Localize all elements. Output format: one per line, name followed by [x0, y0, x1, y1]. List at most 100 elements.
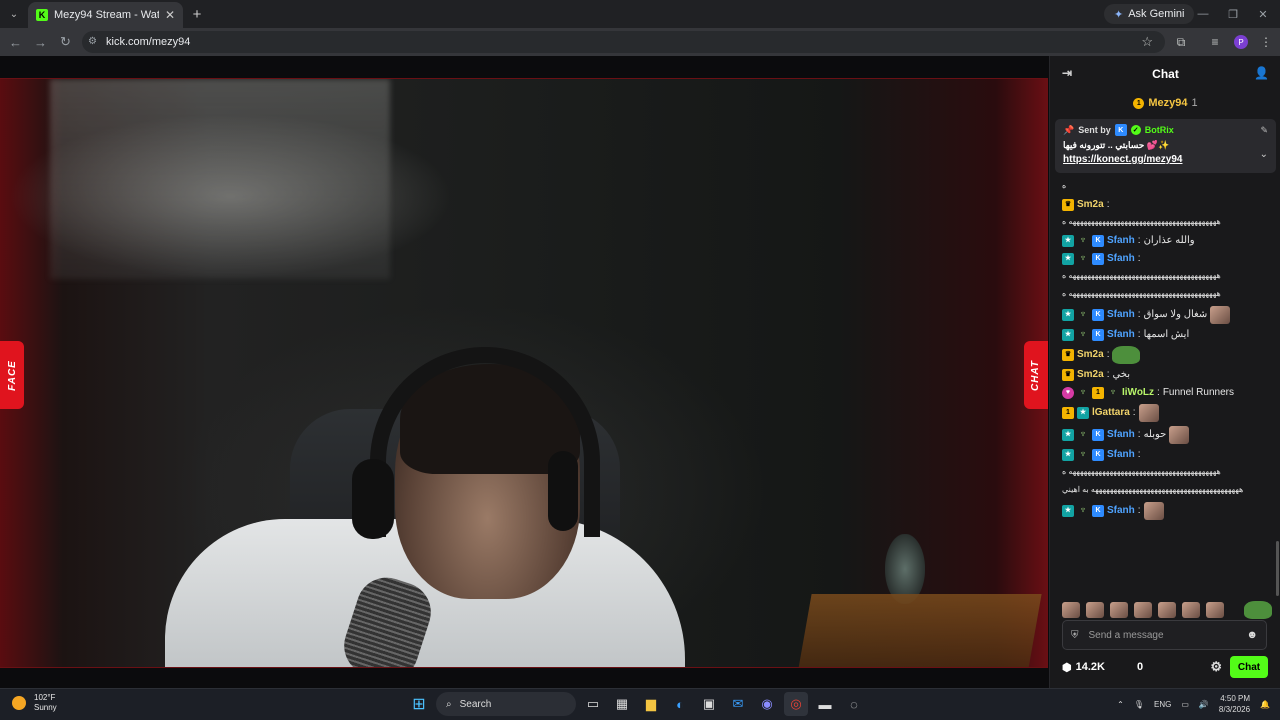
subscriber-badge-icon[interactable]: ★: [1062, 449, 1074, 461]
chat-settings-gear-icon[interactable]: ⚙: [1210, 659, 1222, 675]
chat-message[interactable]: ♛ Sm2a: بخي: [1062, 366, 1275, 384]
subscriber-badge-icon[interactable]: ★: [1077, 407, 1089, 419]
notifications-bell-icon[interactable]: 🔔: [1260, 700, 1270, 709]
chat-username[interactable]: Sfanh: [1107, 448, 1135, 462]
media-controls-icon[interactable]: ≡: [1202, 28, 1228, 56]
coin-badge-icon[interactable]: 1: [1062, 407, 1074, 419]
chat-rules-shield-icon[interactable]: ⛨: [1071, 630, 1079, 641]
chat-message[interactable]: ♛ Sm2a:: [1062, 196, 1275, 214]
chat-message[interactable]: ★ ♆ K Sfanh:: [1062, 446, 1275, 464]
pepe-emote[interactable]: [1112, 346, 1141, 364]
chat-message[interactable]: ♛ Sm2a:: [1062, 344, 1275, 366]
new-tab-plus-icon[interactable]: +: [183, 6, 211, 23]
emote-thumb[interactable]: [1086, 602, 1104, 618]
send-chat-button[interactable]: Chat: [1230, 656, 1268, 678]
chat-username[interactable]: lGattara: [1092, 406, 1130, 420]
emote-thumb[interactable]: [1182, 602, 1200, 618]
kick-badge-icon[interactable]: K: [1092, 429, 1104, 441]
chat-message[interactable]: هههههههههههههههههههههههههههههههههههههههه…: [1062, 214, 1275, 232]
chat-username[interactable]: Sm2a: [1077, 198, 1104, 212]
windows-start-icon[interactable]: ⊞: [407, 692, 431, 716]
subscriber-badge-icon[interactable]: ★: [1062, 505, 1074, 517]
volume-icon[interactable]: 🔊: [1199, 700, 1209, 709]
chat-username[interactable]: Sfanh: [1107, 252, 1135, 266]
address-bar[interactable]: ⚙ kick.com/mezy94 ☆: [82, 31, 1165, 53]
gifter-badge-icon[interactable]: ♥: [1062, 387, 1074, 399]
back-arrow-icon[interactable]: ←: [3, 28, 28, 56]
chat-username[interactable]: Sfanh: [1107, 504, 1135, 518]
expand-pinned-chevron-icon[interactable]: ⌄: [1260, 149, 1268, 160]
chat-message[interactable]: 1 ★ lGattara:: [1062, 402, 1275, 424]
chat-message[interactable]: ★ ♆ K Sfanh: حوبله: [1062, 424, 1275, 446]
unpin-icon[interactable]: ✎: [1260, 125, 1268, 136]
trophy-badge-icon[interactable]: ♆: [1077, 235, 1089, 247]
subscriber-badge-icon[interactable]: ★: [1062, 253, 1074, 265]
system-clock[interactable]: 4:50 PM 8/3/2026: [1219, 693, 1250, 715]
chat-emote[interactable]: [1138, 404, 1159, 422]
pepe-emote[interactable]: [1244, 601, 1272, 619]
language-indicator[interactable]: ENG: [1154, 700, 1171, 709]
chat-input[interactable]: ⛨ Send a message ☻: [1062, 620, 1267, 650]
crown-badge-icon[interactable]: ♛: [1062, 349, 1074, 361]
chat-username[interactable]: IiWoLz: [1122, 386, 1154, 400]
trophy-badge-icon[interactable]: ♆: [1077, 253, 1089, 265]
microphone-icon[interactable]: 🎙: [1134, 700, 1144, 709]
chat-message[interactable]: ★ ♆ K Sfanh:: [1062, 250, 1275, 268]
chat-username[interactable]: Sfanh: [1107, 328, 1135, 342]
discord-icon[interactable]: ◉: [755, 692, 779, 716]
minimize-icon[interactable]: —: [1186, 0, 1220, 28]
crown-badge-icon[interactable]: ♛: [1062, 199, 1074, 211]
chat-username[interactable]: Sm2a: [1077, 368, 1104, 382]
chat-message[interactable]: ه: [1062, 178, 1275, 196]
tab-close-icon[interactable]: ✕: [165, 8, 175, 22]
emote-thumb[interactable]: [1110, 602, 1128, 618]
chat-scrollbar[interactable]: [1276, 541, 1279, 596]
chat-message[interactable]: ♥ ♆ 1 ♆ IiWoLz: Funnel Runners: [1062, 384, 1275, 402]
site-info-icon[interactable]: ⚙: [88, 36, 100, 48]
window-close-icon[interactable]: ✕: [1246, 0, 1280, 28]
taskbar-search[interactable]: ⌕ Search: [436, 692, 576, 716]
emote-thumb[interactable]: [1134, 602, 1152, 618]
trophy-badge-icon[interactable]: ♆: [1107, 387, 1119, 399]
chat-message[interactable]: ★ ♆ K Sfanh: والله عذاران: [1062, 232, 1275, 250]
terminal-icon[interactable]: ▬: [813, 692, 837, 716]
chat-username[interactable]: Sfanh: [1107, 428, 1135, 442]
kick-badge-icon[interactable]: K: [1092, 505, 1104, 517]
collapse-chat-icon[interactable]: ⇥: [1062, 66, 1072, 80]
kick-points[interactable]: ⬢ 14.2K: [1062, 661, 1105, 674]
restore-icon[interactable]: ❐: [1216, 0, 1250, 28]
chat-username[interactable]: Sfanh: [1107, 308, 1135, 322]
kick-badge-icon[interactable]: K: [1092, 309, 1104, 321]
chat-message-list[interactable]: ه ♛ Sm2a: ههههههههههههههههههههههههههههههههه…: [1050, 178, 1275, 622]
reload-icon[interactable]: ↻: [53, 28, 78, 56]
chat-message[interactable]: ★ ♆ K Sfanh: شغال ولا سواق: [1062, 304, 1275, 326]
chrome-icon[interactable]: ◎: [784, 692, 808, 716]
steam-icon[interactable]: ◌: [842, 692, 866, 716]
trophy-badge-icon[interactable]: ♆: [1077, 429, 1089, 441]
tab-search-chevron-icon[interactable]: ⌄: [0, 0, 28, 28]
chat-message[interactable]: هههههههههههههههههههههههههههههههههههههههه…: [1062, 286, 1275, 304]
emoji-picker-icon[interactable]: ☻: [1246, 629, 1258, 641]
kick-badge-icon[interactable]: K: [1092, 253, 1104, 265]
browser-menu-icon[interactable]: ⋮: [1253, 28, 1279, 56]
crown-badge-icon[interactable]: ♛: [1062, 369, 1074, 381]
mail-icon[interactable]: ✉: [726, 692, 750, 716]
chat-message[interactable]: هههههههههههههههههههههههههههههههههههههههه…: [1062, 464, 1275, 482]
pinned-bot-name[interactable]: BotRix: [1145, 125, 1174, 135]
emote-thumb[interactable]: [1158, 602, 1176, 618]
tray-overflow-chevron-icon[interactable]: ⌃: [1117, 700, 1124, 709]
trophy-badge-icon[interactable]: ♆: [1077, 449, 1089, 461]
chat-emote[interactable]: [1210, 306, 1231, 324]
emote-thumb[interactable]: [1206, 602, 1224, 618]
chat-username[interactable]: Sm2a: [1077, 348, 1104, 362]
profile-avatar[interactable]: P: [1228, 28, 1254, 56]
chat-emote[interactable]: [1143, 502, 1164, 520]
trophy-badge-icon[interactable]: ♆: [1077, 329, 1089, 341]
chat-message[interactable]: هههههههههههههههههههههههههههههههههههههههه…: [1062, 268, 1275, 286]
kick-badge-icon[interactable]: K: [1092, 329, 1104, 341]
extensions-icon[interactable]: ⧉: [1168, 28, 1194, 56]
video-player[interactable]: FACE CHAT: [0, 78, 1048, 668]
widgets-icon[interactable]: ▦: [610, 692, 634, 716]
emote-thumb[interactable]: [1062, 602, 1080, 618]
subscriber-badge-icon[interactable]: ★: [1062, 309, 1074, 321]
